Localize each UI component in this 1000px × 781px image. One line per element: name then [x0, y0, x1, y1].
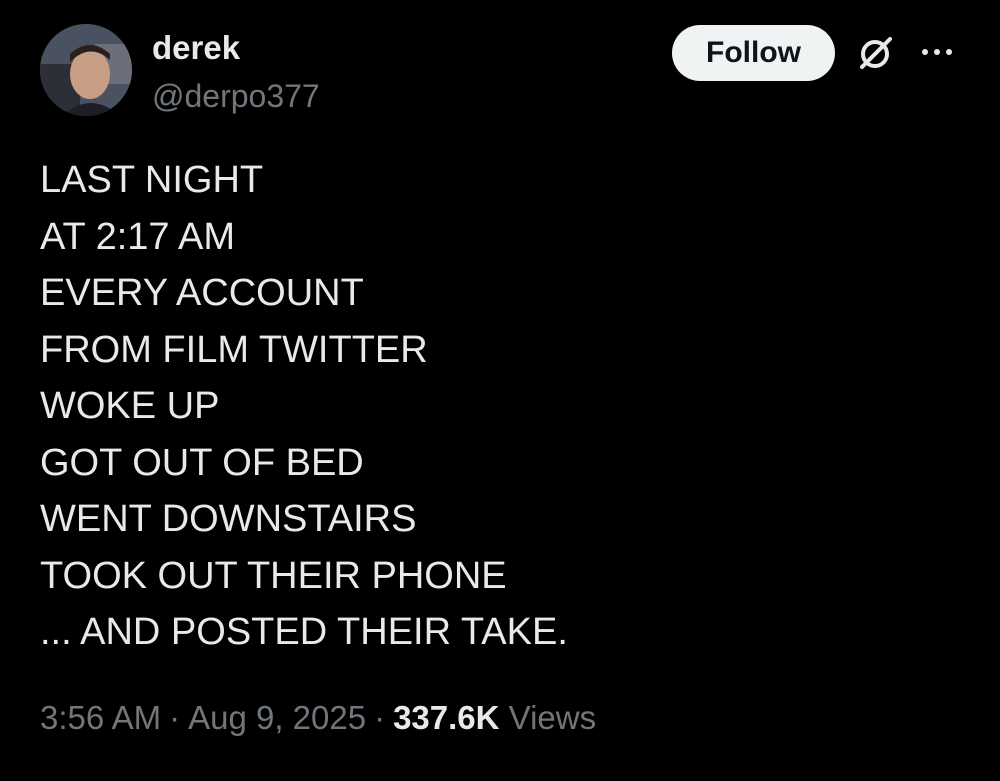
avatar[interactable] [40, 24, 132, 116]
tweet-text: LAST NIGHT AT 2:17 AM EVERY ACCOUNT FROM… [40, 152, 960, 661]
tweet-line: TOOK OUT THEIR PHONE [40, 554, 507, 597]
tweet-date[interactable]: Aug 9, 2025 [188, 699, 366, 736]
meta-separator: · [374, 699, 386, 736]
tweet-line: GOT OUT OF BED [40, 441, 364, 484]
views-count[interactable]: 337.6K [393, 699, 499, 736]
meta-separator: · [169, 699, 181, 736]
tweet-line: LAST NIGHT [40, 159, 264, 201]
grok-icon[interactable] [856, 33, 896, 73]
tweet-line: WOKE UP [40, 385, 220, 427]
tweet-time[interactable]: 3:56 AM [40, 699, 161, 736]
tweet-line: ... AND POSTED THEIR TAKE. [40, 611, 568, 653]
author-handle[interactable]: @derpo377 [152, 76, 320, 116]
tweet-line: WENT DOWNSTAIRS [40, 498, 417, 540]
author-name[interactable]: derek [152, 28, 240, 68]
views-label: Views [508, 699, 597, 736]
tweet-card: derek @derpo377 Follow LAST NIGHT AT 2:1… [0, 0, 1000, 781]
tweet-line: FROM FILM TWITTER [40, 328, 428, 371]
tweet-line: EVERY ACCOUNT [40, 272, 364, 314]
tweet-meta: 3:56 AM · Aug 9, 2025 · 337.6K Views [40, 696, 596, 740]
more-icon[interactable] [916, 40, 958, 64]
follow-button[interactable]: Follow [672, 25, 835, 81]
tweet-line: AT 2:17 AM [40, 215, 236, 258]
